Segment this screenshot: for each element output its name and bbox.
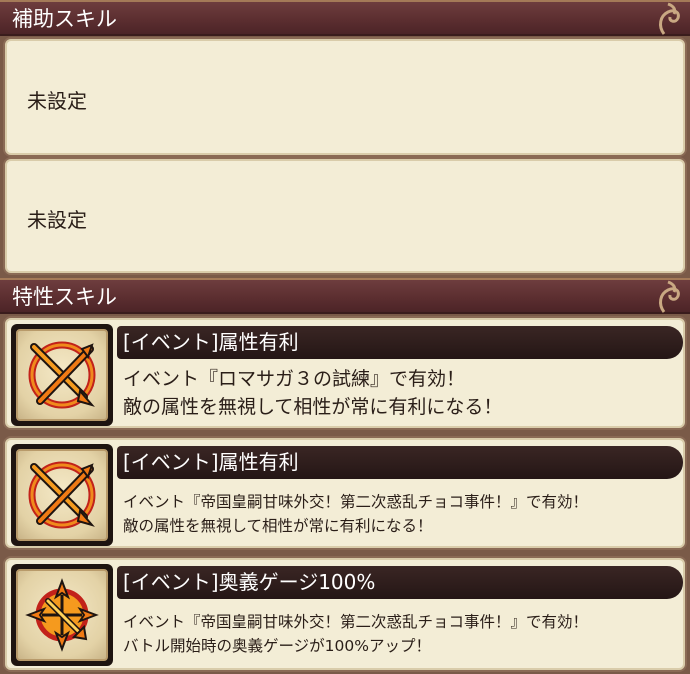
trait-skill-header: 特性スキル [0,278,690,314]
support-slot-label: 未設定 [27,89,87,113]
skill-description-line-2: 敵の属性を無視して相性が常に有利になる！ [123,396,503,418]
trait-skill-card-1[interactable]: [イベント]属性有利 イベント『ロマサガ３の試練』で有効！ 敵の属性を無視して相… [3,316,687,430]
support-slot-label: 未設定 [27,208,87,232]
trait-skill-card-3[interactable]: [イベント]奥義ゲージ100% イベント『帝国皇嗣甘味外交！第二次惑乱チョコ事件… [3,556,687,672]
crossed-arrows-icon [28,341,96,409]
support-slot-2[interactable]: 未設定 [3,157,687,275]
support-skill-title: 補助スキル [12,7,117,31]
skill-name-bar: [イベント]属性有利 [117,446,683,479]
skill-description: イベント『ロマサガ３の試練』で有効！ 敵の属性を無視して相性が常に有利になる！ [123,365,502,421]
scroll-ornament-icon [659,280,680,313]
trait-skill-title: 特性スキル [12,285,117,309]
skill-name-bar: [イベント]奥義ゲージ100% [117,566,683,599]
skill-description-line-1: イベント『ロマサガ３の試練』で有効！ [123,368,466,390]
support-skill-header: 補助スキル [0,0,690,36]
skill-description-line-1: イベント『帝国皇嗣甘味外交！第二次惑乱チョコ事件！』で有効！ [123,613,589,631]
skill-icon-frame [11,444,113,546]
skill-icon-frame [11,564,113,666]
skill-name-bar: [イベント]属性有利 [117,326,683,359]
skill-icon-frame [11,324,113,426]
skill-description: イベント『帝国皇嗣甘味外交！第二次惑乱チョコ事件！』で有効！ バトル開始時の奥義… [123,610,588,658]
skill-name: [イベント]属性有利 [123,450,299,474]
crossed-arrows-icon [28,461,96,529]
skill-description-line-2: バトル開始時の奥義ゲージが100%アップ！ [123,637,431,655]
skill-name: [イベント]属性有利 [123,330,299,354]
skill-description-line-1: イベント『帝国皇嗣甘味外交！第二次惑乱チョコ事件！』で有効！ [123,493,589,511]
skill-description: イベント『帝国皇嗣甘味外交！第二次惑乱チョコ事件！』で有効！ 敵の属性を無視して… [123,490,588,538]
skill-name: [イベント]奥義ゲージ100% [123,570,376,594]
starburst-arrow-icon [25,578,99,652]
support-slot-1[interactable]: 未設定 [3,37,687,157]
trait-skill-card-2[interactable]: [イベント]属性有利 イベント『帝国皇嗣甘味外交！第二次惑乱チョコ事件！』で有効… [3,436,687,550]
skill-description-line-2: 敵の属性を無視して相性が常に有利になる！ [123,517,433,535]
scroll-ornament-icon [659,2,680,35]
